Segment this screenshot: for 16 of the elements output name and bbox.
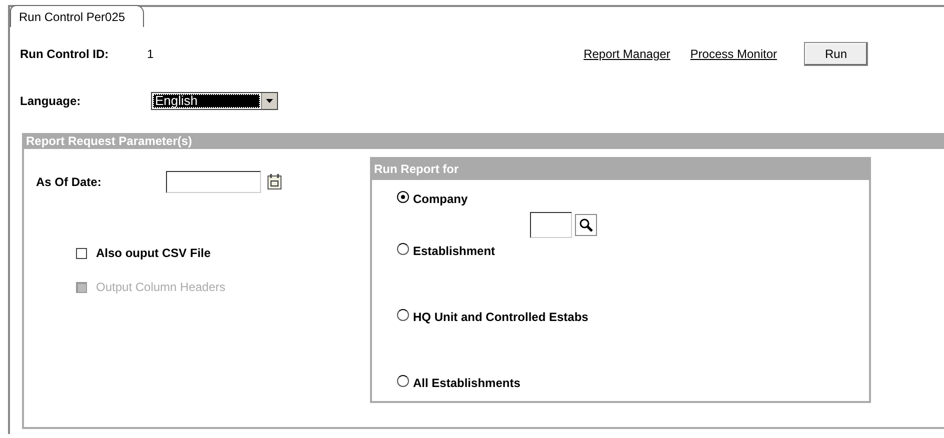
radio-option[interactable]: Company bbox=[397, 188, 869, 210]
panel-title: Run Report for bbox=[372, 159, 869, 180]
language-dropdown[interactable]: English bbox=[151, 92, 278, 110]
radio-option[interactable]: All Establishments bbox=[397, 372, 869, 394]
header-link[interactable]: Report Manager bbox=[584, 47, 670, 61]
run-button[interactable]: Run bbox=[804, 42, 868, 66]
run-control-id-value: 1 bbox=[147, 47, 154, 61]
page-tab[interactable]: Run Control Per025 bbox=[10, 5, 144, 27]
checkbox-option[interactable]: Also ouput CSV File bbox=[24, 243, 370, 263]
panel-title: Report Request Parameter(s) bbox=[24, 133, 944, 149]
field-label: As Of Date: bbox=[36, 175, 102, 189]
field-label: Language: bbox=[20, 94, 82, 108]
radio-option[interactable]: HQ Unit and Controlled Estabs bbox=[397, 306, 869, 328]
radio-option[interactable]: Establishment bbox=[397, 240, 869, 262]
header-link[interactable]: Process Monitor bbox=[690, 47, 777, 61]
field-label: Run Control ID: bbox=[20, 47, 110, 61]
